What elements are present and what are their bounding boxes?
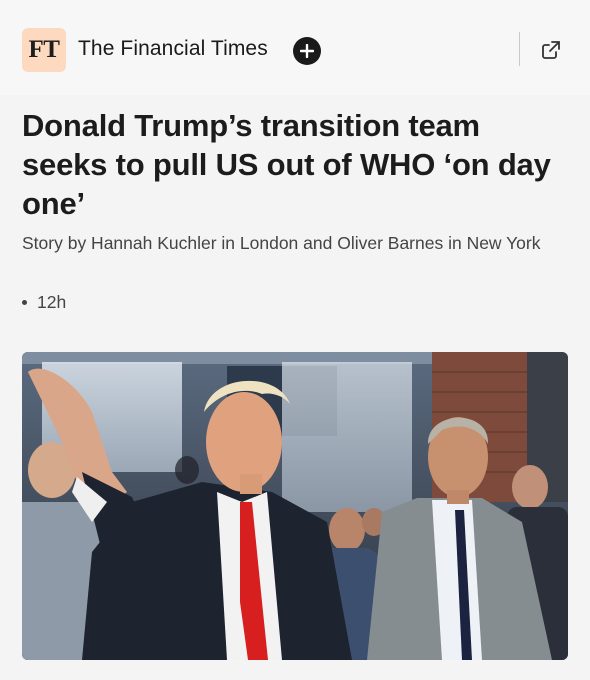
- article-photo[interactable]: [22, 352, 568, 660]
- publisher-logo[interactable]: FT: [22, 28, 66, 72]
- publisher-header: FT The Financial Times: [0, 0, 590, 95]
- header-divider: [519, 32, 520, 66]
- bullet-icon: [22, 300, 27, 305]
- plus-icon: [300, 44, 314, 58]
- article-headline[interactable]: Donald Trump’s transition team seeks to …: [22, 106, 572, 223]
- article-page: FT The Financial Times Donald Trump’s tr…: [0, 0, 590, 680]
- publisher-name[interactable]: The Financial Times: [78, 37, 268, 61]
- article-age: 12h: [37, 292, 67, 312]
- photo-illustration: [22, 352, 568, 660]
- follow-button[interactable]: [293, 37, 321, 65]
- article-meta: 12h: [22, 292, 66, 313]
- article-byline: Story by Hannah Kuchler in London and Ol…: [22, 233, 541, 253]
- open-external-button[interactable]: [539, 38, 563, 62]
- external-link-icon: [542, 41, 560, 59]
